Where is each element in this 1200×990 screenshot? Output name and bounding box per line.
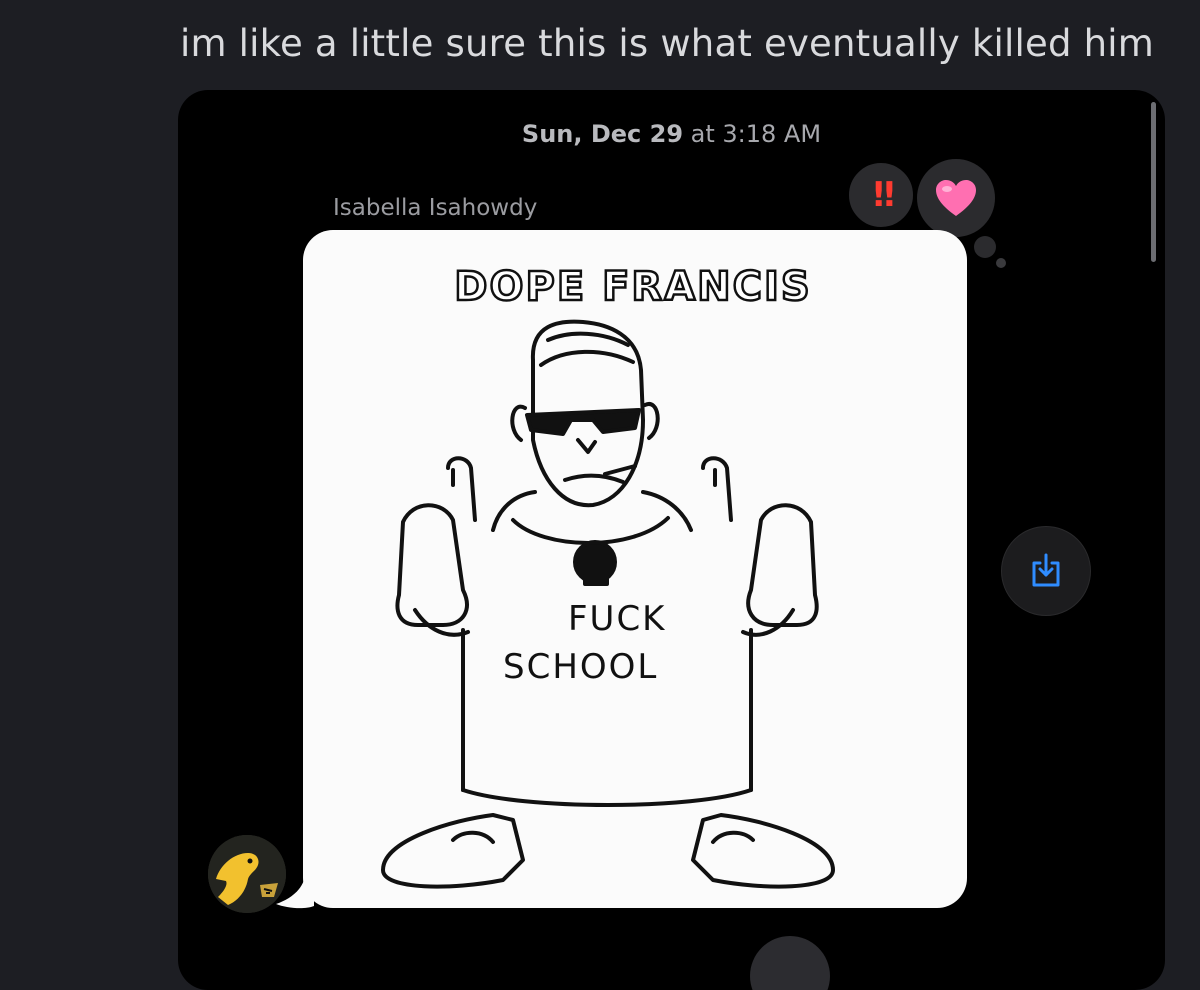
post-caption: im like a little sure this is what event… — [180, 22, 1154, 65]
drawing-title: DOPE FRANCIS — [454, 264, 811, 310]
drawing-shirt-line1: FUCK — [568, 599, 666, 639]
avatar-dinosaur-icon — [208, 835, 286, 913]
timestamp-at: at — [683, 120, 723, 148]
save-image-button[interactable] — [1001, 526, 1091, 616]
avatar[interactable] — [208, 835, 286, 913]
heart-reaction[interactable] — [914, 156, 998, 240]
heart-icon — [936, 180, 976, 216]
next-message-avatar[interactable] — [750, 936, 830, 990]
dope-francis-drawing: DOPE FRANCIS FUCK SCHOOL — [381, 263, 835, 889]
timestamp-day: Sun, Dec 29 — [521, 120, 684, 148]
download-icon — [1032, 553, 1060, 587]
message-timestamp: Sun, Dec 29 at 3:18 AM — [178, 120, 1165, 148]
double-exclamation-reaction[interactable]: ‼ — [846, 160, 916, 230]
sender-name: Isabella Isahowdy — [333, 195, 538, 221]
drawing-shirt-line2: SCHOOL — [503, 647, 658, 687]
message-thread-screenshot: Sun, Dec 29 at 3:18 AM Isabella Isahowdy… — [178, 90, 1165, 990]
reaction-tail-dot — [974, 236, 996, 258]
timestamp-time: 3:18 AM — [722, 120, 822, 148]
reaction-tail-dot-small — [996, 258, 1006, 268]
double-exclamation-icon: ‼ — [873, 175, 894, 215]
image-message[interactable]: DOPE FRANCIS FUCK SCHOOL — [303, 230, 967, 908]
